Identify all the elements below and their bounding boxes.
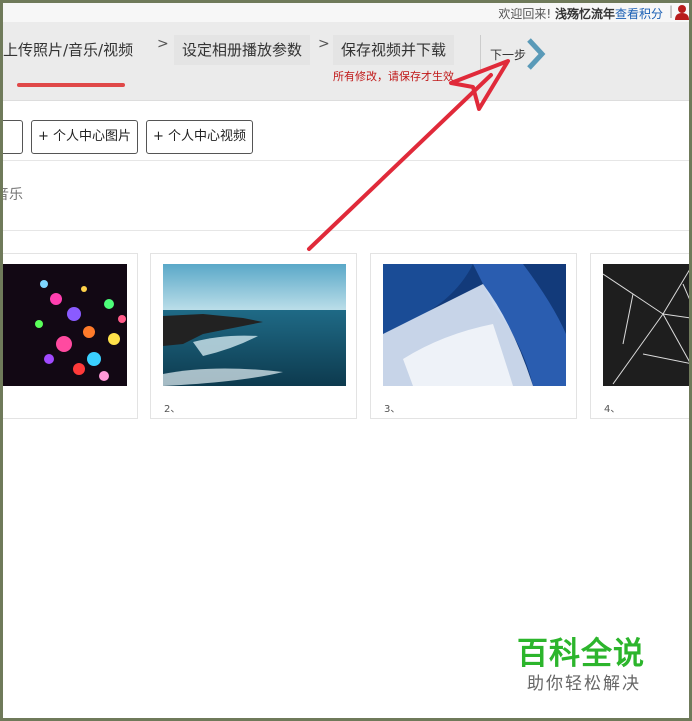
active-step-indicator [17, 83, 125, 87]
top-bar: 欢迎回来! 浅殇忆流年 查看积分 | [3, 3, 689, 22]
music-section-label: 音乐 [3, 187, 23, 203]
next-step-label: 下一步 [490, 48, 527, 62]
watermark-subtitle: 助你轻松解决 [527, 674, 641, 694]
photo-card[interactable] [3, 253, 138, 419]
step-navigation: 上传照片/音乐/视频 > 设定相册播放参数 > 保存视频并下载 所有修改，请保存… [3, 22, 689, 101]
welcome-text: 欢迎回来! 浅殇忆流年 [498, 5, 615, 22]
app-frame: 欢迎回来! 浅殇忆流年 查看积分 | 上传照片/音乐/视频 > 设定相册播放参数… [3, 3, 689, 718]
add-button-partial[interactable] [3, 120, 23, 154]
chevron-right-icon [527, 38, 546, 70]
photo-thumbnail-bokeh [3, 264, 127, 386]
user-icon[interactable] [675, 4, 689, 20]
points-link[interactable]: 查看积分 [615, 5, 663, 22]
photo-thumbnail-cracked-glass [603, 264, 689, 386]
photo-thumbnail-waves [383, 264, 566, 386]
step-save-download[interactable]: 保存视频并下载 [333, 35, 455, 65]
add-center-photo-button[interactable]: + 个人中心图片 [31, 120, 139, 154]
photo-number: 3、 [384, 404, 401, 415]
step-settings[interactable]: 设定相册播放参数 [174, 35, 311, 65]
divider [3, 230, 689, 231]
photo-number: 2、 [164, 404, 181, 415]
step-separator-icon: > [157, 36, 169, 52]
step-separator-icon: > [318, 36, 330, 52]
topbar-separator: | [668, 4, 673, 18]
photo-card[interactable]: 3、 [370, 253, 577, 419]
add-center-video-button[interactable]: + 个人中心视频 [146, 120, 254, 154]
photo-number: 4、 [604, 404, 621, 415]
photo-card[interactable]: 2、 [150, 253, 357, 419]
step-upload[interactable]: 上传照片/音乐/视频 [3, 35, 133, 65]
next-step-button[interactable]: 下一步 [480, 35, 546, 73]
divider [3, 160, 689, 161]
watermark-logo: 百科全说 助你轻松解决 [497, 614, 669, 696]
photo-card[interactable]: 4、 [590, 253, 689, 419]
save-hint: 所有修改，请保存才生效 [333, 70, 454, 83]
username[interactable]: 浅殇忆流年 [555, 7, 615, 21]
watermark-title: 百科全说 [517, 636, 645, 672]
photo-thumbnail-coast [163, 264, 346, 386]
welcome-label: 欢迎回来! [498, 7, 552, 21]
